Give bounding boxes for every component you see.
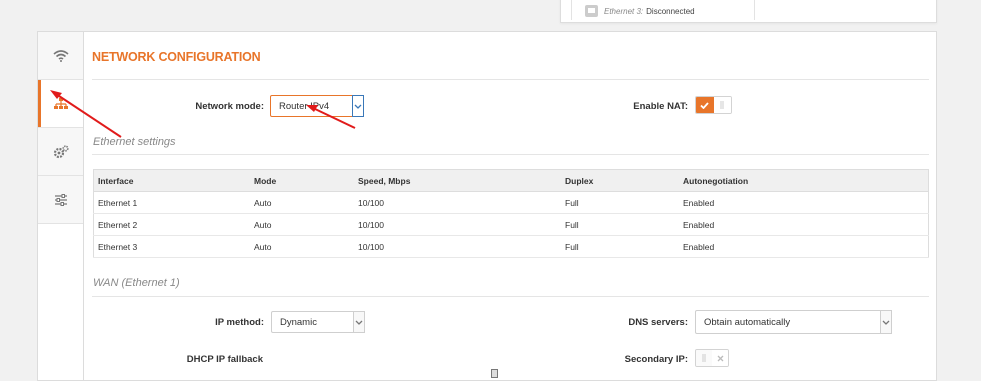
secondary-ip-toggle[interactable] (695, 349, 729, 367)
checkmark-icon (696, 97, 714, 113)
status-interface-label: Ethernet 3: (604, 6, 644, 16)
title-divider (92, 79, 929, 80)
dns-servers-label: DNS servers: (628, 317, 688, 328)
sidebar (37, 31, 84, 381)
ip-method-label: IP method: (215, 317, 264, 328)
col-duplex: Duplex (561, 169, 679, 192)
sidebar-item-wireless[interactable] (38, 32, 84, 80)
interface-link[interactable]: Ethernet 1 (93, 191, 250, 214)
sidebar-item-network[interactable] (38, 80, 84, 128)
table-row: Ethernet 3 Auto 10/100 Full Enabled (93, 235, 929, 258)
sidebar-item-services[interactable] (38, 128, 84, 176)
toggle-off-handle-icon (713, 97, 731, 113)
network-mode-label: Network mode: (195, 101, 264, 112)
table-row: Ethernet 1 Auto 10/100 Full Enabled (93, 191, 929, 214)
ethernet-port-icon (585, 5, 598, 17)
ethernet-table: Interface Mode Speed, Mbps Duplex Autone… (93, 169, 929, 258)
toggle-handle-icon (696, 350, 712, 366)
table-cell: Auto (250, 235, 354, 258)
chevron-down-icon (354, 104, 362, 109)
sliders-icon (55, 193, 67, 206)
col-speed: Speed, Mbps (354, 169, 561, 192)
table-row: Ethernet 2 Auto 10/100 Full Enabled (93, 213, 929, 236)
enable-nat-label: Enable NAT: (633, 101, 688, 112)
table-header-row: Interface Mode Speed, Mbps Duplex Autone… (93, 169, 929, 192)
dns-servers-dropdown-button[interactable] (880, 310, 892, 334)
network-icon (54, 97, 68, 109)
dhcp-fallback-label: DHCP IP fallback (186, 354, 263, 365)
chevron-down-icon (355, 320, 363, 325)
table-cell: 10/100 (354, 235, 561, 258)
services-icon (53, 144, 69, 158)
main-panel: NETWORK CONFIGURATION Network mode: Rout… (83, 31, 937, 381)
table-cell: Auto (250, 191, 354, 214)
table-cell: 10/100 (354, 213, 561, 236)
close-icon (712, 350, 728, 366)
network-mode-select[interactable]: Router IPv4 (270, 95, 364, 117)
table-cell: Enabled (679, 191, 929, 214)
ip-method-dropdown-button[interactable] (353, 311, 365, 333)
wan-divider (92, 296, 929, 297)
table-cell: Auto (250, 213, 354, 236)
ethernet-3-status: Ethernet 3: Disconnected (585, 5, 695, 17)
ethernet-settings-title: Ethernet settings (93, 136, 176, 148)
chevron-down-icon (882, 320, 890, 325)
table-cell: Enabled (679, 213, 929, 236)
network-mode-dropdown-button[interactable] (352, 95, 364, 117)
table-cell: Full (561, 213, 679, 236)
interfaces-status-panel: Ethernet 3: Disconnected (560, 0, 937, 23)
table-cell: 10/100 (354, 191, 561, 214)
ethernet-settings-divider (92, 154, 929, 155)
col-mode: Mode (250, 169, 354, 192)
table-cell: Full (561, 235, 679, 258)
ip-method-value: Dynamic (280, 316, 317, 328)
status-state: Disconnected (646, 6, 695, 16)
network-mode-value: Router IPv4 (279, 100, 330, 112)
table-cell: Full (561, 191, 679, 214)
sidebar-item-settings[interactable] (38, 176, 84, 224)
dns-servers-select[interactable]: Obtain automatically (695, 310, 892, 334)
table-cell: Enabled (679, 235, 929, 258)
status-column: Ethernet 3: Disconnected (571, 0, 755, 20)
mouse-cursor-icon (491, 369, 498, 378)
dns-servers-value: Obtain automatically (704, 316, 791, 328)
col-interface: Interface (93, 169, 250, 192)
wireless-icon (53, 49, 69, 62)
ip-method-select[interactable]: Dynamic (271, 311, 365, 333)
wan-section-title: WAN (Ethernet 1) (93, 277, 180, 289)
page-title: NETWORK CONFIGURATION (92, 50, 261, 64)
interface-link[interactable]: Ethernet 3 (93, 235, 250, 258)
interface-link[interactable]: Ethernet 2 (93, 213, 250, 236)
secondary-ip-label: Secondary IP: (624, 354, 688, 365)
enable-nat-toggle[interactable] (695, 96, 732, 114)
col-autonegotiation: Autonegotiation (679, 169, 929, 192)
